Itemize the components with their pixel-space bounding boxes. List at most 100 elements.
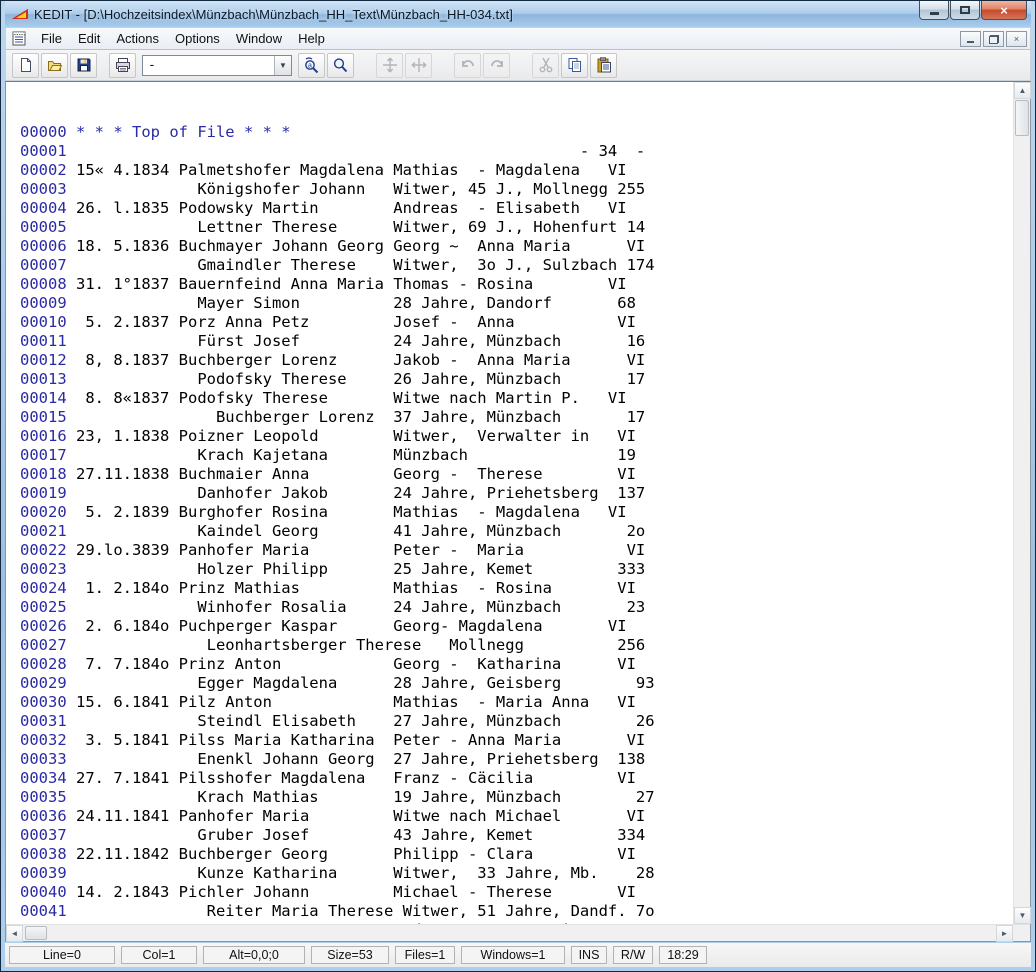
horizontal-scroll-thumb[interactable] [25, 926, 47, 940]
title-bar: KEDIT - [D:\Hochzeitsindex\Münzbach\Münz… [5, 1, 1031, 27]
editor-line[interactable]: 00037 Gruber Josef 43 Jahre, Kemet 334 [20, 826, 1013, 845]
command-combobox[interactable]: - ▼ [142, 55, 292, 76]
cut-button[interactable] [532, 53, 559, 78]
editor-line[interactable]: 00025 Winhofer Rosalia 24 Jahre, Münzbac… [20, 598, 1013, 617]
scroll-left-button[interactable]: ◄ [6, 925, 23, 942]
editor-line[interactable]: 00013 Podofsky Therese 26 Jahre, Münzbac… [20, 370, 1013, 389]
line-text: 8, 8.1837 Buchberger Lorenz Jakob - Anna… [67, 351, 646, 369]
save-file-button[interactable] [70, 53, 97, 78]
editor-line[interactable]: 00010 5. 2.1837 Porz Anna Petz Josef - A… [20, 313, 1013, 332]
line-number: 00041 [20, 902, 67, 920]
editor-line[interactable]: 00005 Lettner Therese Witwer, 69 J., Hoh… [20, 218, 1013, 237]
copy-button[interactable] [561, 53, 588, 78]
editor-line[interactable]: 00017 Krach Kajetana Münzbach 19 [20, 446, 1013, 465]
status-insert-mode[interactable]: INS [571, 946, 607, 964]
editor-line[interactable]: 00019 Danhofer Jakob 24 Jahre, Priehetsb… [20, 484, 1013, 503]
vertical-scroll-track[interactable] [1014, 137, 1030, 907]
line-text: Königshofer Johann Witwer, 45 J., Mollne… [67, 180, 646, 198]
paste-button[interactable] [590, 53, 617, 78]
editor-line[interactable]: 00033 Enenkl Johann Georg 27 Jahre, Prie… [20, 750, 1013, 769]
menu-edit[interactable]: Edit [70, 28, 108, 49]
editor-line[interactable]: 00040 14. 2.1843 Pichler Johann Michael … [20, 883, 1013, 902]
scroll-right-button[interactable]: ► [996, 925, 1013, 942]
editor-line[interactable]: 00002 15« 4.1834 Palmetshofer Magdalena … [20, 161, 1013, 180]
editor-line[interactable]: 00027 Leonhartsberger Therese Mollnegg 2… [20, 636, 1013, 655]
line-text: 22.11.1842 Buchberger Georg Philipp - Cl… [67, 845, 636, 863]
editor-line[interactable]: 00009 Mayer Simon 28 Jahre, Dandorf 68 [20, 294, 1013, 313]
editor-line[interactable]: 00004 26. l.1835 Podowsky Martin Andreas… [20, 199, 1013, 218]
undo-button[interactable] [454, 53, 481, 78]
menu-window[interactable]: Window [228, 28, 290, 49]
scroll-down-button[interactable]: ▼ [1014, 907, 1031, 924]
editor-line[interactable]: 00030 15. 6.1841 Pilz Anton Mathias - Ma… [20, 693, 1013, 712]
editor-line[interactable]: 00007 Gmaindler Therese Witwer, 3o J., S… [20, 256, 1013, 275]
new-file-button[interactable] [12, 53, 39, 78]
status-clock: 18:29 [659, 946, 707, 964]
editor-line[interactable]: 00028 7. 7.184o Prinz Anton Georg - Kath… [20, 655, 1013, 674]
editor-line[interactable]: 00029 Egger Magdalena 28 Jahre, Geisberg… [20, 674, 1013, 693]
editor-line[interactable]: 00018 27.11.1838 Buchmaier Anna Georg - … [20, 465, 1013, 484]
editor-line[interactable]: 00036 24.11.1841 Panhofer Maria Witwe na… [20, 807, 1013, 826]
mdi-minimize-button[interactable] [960, 31, 981, 47]
editor-line[interactable]: 00012 8, 8.1837 Buchberger Lorenz Jakob … [20, 351, 1013, 370]
line-text: 2. 6.184o Puchperger Kaspar Georg- Magda… [67, 617, 627, 635]
editor-line[interactable]: 00001 - 34 - [20, 142, 1013, 161]
vertical-scrollbar[interactable]: ▲ ▼ [1013, 82, 1030, 924]
editor-line[interactable]: 00038 22.11.1842 Buchberger Georg Philip… [20, 845, 1013, 864]
document-icon[interactable] [12, 31, 27, 46]
line-number: 00010 [20, 313, 67, 331]
editor-line[interactable]: 00034 27. 7.1841 Pilsshofer Magdalena Fr… [20, 769, 1013, 788]
editor-line[interactable]: 00039 Kunze Katharina Witwer, 33 Jahre, … [20, 864, 1013, 883]
editor-line[interactable]: 00011 Fürst Josef 24 Jahre, Münzbach 16 [20, 332, 1013, 351]
combobox-dropdown-button[interactable]: ▼ [274, 56, 291, 75]
menu-help[interactable]: Help [290, 28, 333, 49]
horizontal-scrollbar[interactable]: ◄ ► [6, 925, 1013, 941]
editor-line[interactable]: 00006 18. 5.1836 Buchmayer Johann Georg … [20, 237, 1013, 256]
line-text: 3. 5.1841 Pilss Maria Katharina Peter - … [67, 731, 646, 749]
vertical-scroll-thumb[interactable] [1015, 100, 1029, 136]
maximize-button[interactable] [950, 1, 980, 20]
editor-line[interactable]: 00003 Königshofer Johann Witwer, 45 J., … [20, 180, 1013, 199]
shift-left-button[interactable] [376, 53, 403, 78]
status-readwrite[interactable]: R/W [613, 946, 653, 964]
editor-line[interactable]: 00031 Steindl Elisabeth 27 Jahre, Münzba… [20, 712, 1013, 731]
line-number: 00007 [20, 256, 67, 274]
menu-file[interactable]: File [33, 28, 70, 49]
editor-line[interactable]: 00035 Krach Mathias 19 Jahre, Münzbach 2… [20, 788, 1013, 807]
editor-line[interactable]: 00032 3. 5.1841 Pilss Maria Katharina Pe… [20, 731, 1013, 750]
editor-line[interactable]: 00023 Holzer Philipp 25 Jahre, Kemet 333 [20, 560, 1013, 579]
editor-line[interactable]: 00016 23, 1.1838 Poizner Leopold Witwer,… [20, 427, 1013, 446]
mdi-restore-button[interactable] [983, 31, 1004, 47]
line-text: Leonhartsberger Therese Mollnegg 256 [67, 636, 646, 654]
scroll-up-button[interactable]: ▲ [1014, 82, 1031, 99]
editor-line[interactable]: 00024 1. 2.184o Prinz Mathias Mathias - … [20, 579, 1013, 598]
status-files: Files=1 [395, 946, 455, 964]
line-number: 00002 [20, 161, 67, 179]
editor-line[interactable]: 00000 * * * Top of File * * * [20, 123, 1013, 142]
line-text: Kaindel Georg 41 Jahre, Münzbach 2o [67, 522, 646, 540]
editor-line[interactable]: 00022 29.lo.3839 Panhofer Maria Peter - … [20, 541, 1013, 560]
minimize-button[interactable] [919, 1, 949, 20]
editor-line[interactable]: 00015 Buchberger Lorenz 37 Jahre, Münzba… [20, 408, 1013, 427]
mdi-close-button[interactable]: × [1006, 31, 1027, 47]
find-next-button[interactable] [327, 53, 354, 78]
editor-line[interactable]: 00021 Kaindel Georg 41 Jahre, Münzbach 2… [20, 522, 1013, 541]
editor-line[interactable]: 00008 31. 1°1837 Bauernfeind Anna Maria … [20, 275, 1013, 294]
editor-line[interactable]: 00041 Reiter Maria Therese Witwer, 51 Ja… [20, 902, 1013, 921]
editor-text-area[interactable]: 00000 * * * Top of File * * *00001 - 34 … [6, 82, 1013, 924]
print-button[interactable] [109, 53, 136, 78]
editor-line[interactable]: 00014 8. 8«1837 Podofsky Therese Witwe n… [20, 389, 1013, 408]
menu-actions[interactable]: Actions [108, 28, 167, 49]
redo-button[interactable] [483, 53, 510, 78]
line-number: 00004 [20, 199, 67, 217]
editor-line[interactable]: 00020 5. 2.1839 Burghofer Rosina Mathias… [20, 503, 1013, 522]
menu-options[interactable]: Options [167, 28, 228, 49]
shift-right-button[interactable] [405, 53, 432, 78]
open-file-button[interactable] [41, 53, 68, 78]
editor-line[interactable]: 00026 2. 6.184o Puchperger Kaspar Georg-… [20, 617, 1013, 636]
find-button[interactable]: a [298, 53, 325, 78]
mdi-close-icon: × [1014, 34, 1019, 44]
horizontal-scroll-track[interactable] [47, 925, 996, 941]
line-number: 00016 [20, 427, 67, 445]
close-button[interactable]: × [981, 1, 1027, 20]
